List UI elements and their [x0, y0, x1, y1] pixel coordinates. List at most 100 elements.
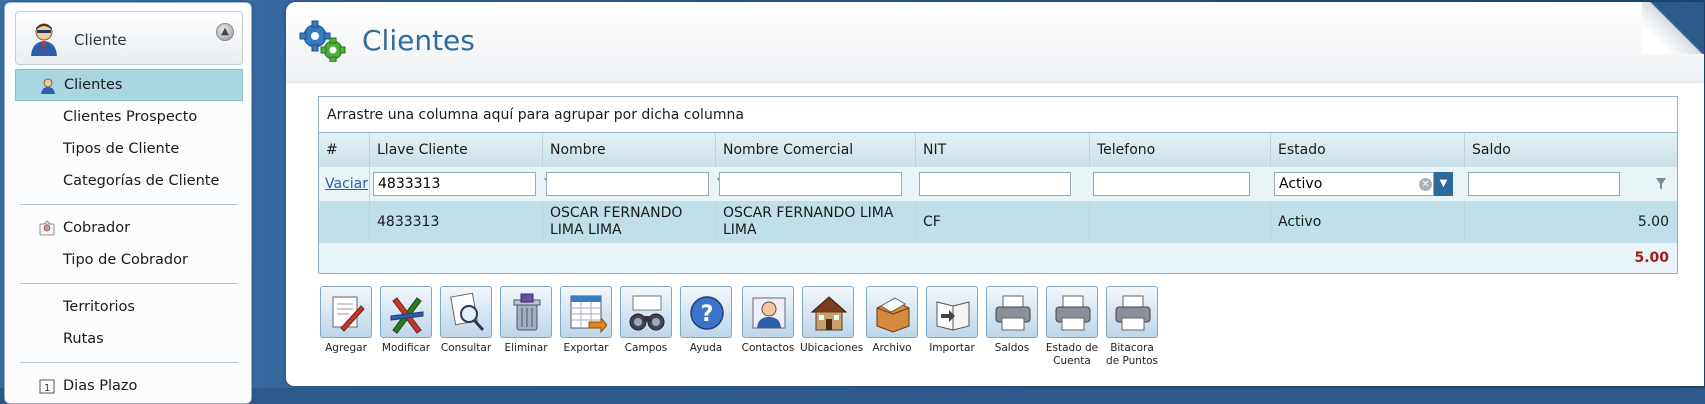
- filter-telefono-input[interactable]: [1093, 172, 1250, 196]
- filter-nombre-input[interactable]: [546, 172, 709, 196]
- toolbar-label: Eliminar: [504, 342, 548, 354]
- collapse-icon[interactable]: ▲: [216, 23, 234, 41]
- cell-nit: CF: [916, 201, 1090, 243]
- cell-estado: Activo: [1271, 201, 1465, 243]
- toolbar-label: Saldos: [994, 342, 1030, 354]
- points-log-button[interactable]: Bitacora de Puntos: [1104, 286, 1160, 368]
- balances-button-face[interactable]: [986, 286, 1038, 338]
- clear-icon[interactable]: ✕: [1419, 178, 1432, 191]
- column-header-nombre[interactable]: Nombre: [543, 133, 716, 167]
- consult-button-face[interactable]: [440, 286, 492, 338]
- filter-estado-select[interactable]: [1274, 172, 1434, 196]
- import-button-face[interactable]: [926, 286, 978, 338]
- toolbar-label: Agregar: [325, 342, 367, 354]
- delete-button-face[interactable]: [500, 286, 552, 338]
- collector-icon: [39, 220, 55, 236]
- balances-button[interactable]: Saldos: [984, 286, 1040, 355]
- toolbar-label: Modificar: [381, 342, 431, 354]
- filter-saldo-input[interactable]: [1468, 172, 1620, 196]
- points-log-button-face[interactable]: [1106, 286, 1158, 338]
- house-icon: [810, 296, 848, 331]
- sidebar-item-territorios[interactable]: Territorios: [15, 291, 243, 323]
- toolbar-label: Importar: [929, 342, 975, 354]
- grid-footer: 5.00: [319, 243, 1677, 273]
- sidebar-item-label: Tipo de Cobrador: [63, 252, 188, 268]
- export-spreadsheet-icon: [570, 295, 607, 334]
- cell-telefono: [1090, 201, 1271, 243]
- client-icon: [41, 78, 55, 94]
- contacts-button[interactable]: Contactos: [740, 286, 796, 355]
- locations-button[interactable]: Ubicaciones: [800, 286, 863, 355]
- contacts-button-face[interactable]: [742, 286, 794, 338]
- consult-button[interactable]: Consultar: [438, 286, 494, 355]
- toolbar-label: Archivo: [872, 342, 912, 354]
- file-button[interactable]: Archivo: [864, 286, 920, 355]
- add-button[interactable]: Agregar: [318, 286, 374, 355]
- sidebar-item-clientes-prospecto[interactable]: Clientes Prospecto: [15, 101, 243, 133]
- file-button-face[interactable]: [866, 286, 918, 338]
- printer-icon: [1055, 295, 1091, 331]
- column-header-llave-cliente[interactable]: Llave Cliente: [370, 133, 543, 167]
- svg-text:?: ?: [701, 302, 714, 327]
- filter-nombre-comercial-input[interactable]: [719, 172, 902, 196]
- toolbar-label: Estado de Cuenta: [1045, 342, 1099, 367]
- page-header: Clientes: [286, 2, 1704, 83]
- cell-num: [319, 201, 370, 243]
- locations-button-face[interactable]: [802, 286, 854, 338]
- sidebar-header-title: Cliente: [74, 31, 127, 49]
- sidebar-item-rutas[interactable]: Rutas: [15, 323, 243, 355]
- toolbar-label: Exportar: [563, 342, 609, 354]
- column-header-nit[interactable]: NIT: [916, 133, 1090, 167]
- sidebar-item-label: Categorías de Cliente: [63, 173, 220, 189]
- toolbar-label: Ayuda: [689, 342, 723, 354]
- sidebar-item-cobrador[interactable]: Cobrador: [15, 212, 243, 244]
- column-header-nombre-comercial[interactable]: Nombre Comercial: [716, 133, 916, 167]
- column-header-num[interactable]: #: [319, 133, 370, 167]
- sidebar-item-label: Cobrador: [63, 220, 131, 236]
- account-statement-button[interactable]: Estado de Cuenta: [1044, 286, 1100, 368]
- divider: [20, 362, 238, 363]
- group-by-bar[interactable]: Arrastre una columna aquí para agrupar p…: [319, 97, 1677, 133]
- sidebar-header[interactable]: Cliente ▲: [15, 11, 243, 65]
- filter-icon[interactable]: [1655, 177, 1667, 191]
- help-button[interactable]: ? Ayuda: [678, 286, 734, 355]
- clear-filters-link[interactable]: Vaciar: [325, 176, 368, 192]
- fields-button[interactable]: Campos: [618, 286, 674, 355]
- table-row[interactable]: 4833313 OSCAR FERNANDO LIMA LIMA OSCAR F…: [319, 201, 1677, 244]
- help-icon: ?: [690, 296, 724, 330]
- add-button-face[interactable]: [320, 286, 372, 338]
- sidebar: Cliente ▲ Clientes Clientes Prospecto Ti…: [4, 2, 252, 404]
- help-button-face[interactable]: ?: [680, 286, 732, 338]
- sidebar-menu: Clientes Clientes Prospecto Tipos de Cli…: [15, 69, 243, 402]
- modify-button[interactable]: Modificar: [378, 286, 434, 355]
- sidebar-item-tipos-de-cliente[interactable]: Tipos de Cliente: [15, 133, 243, 165]
- filter-llave-cliente-input[interactable]: [373, 172, 536, 196]
- sidebar-item-tipo-de-cobrador[interactable]: Tipo de Cobrador: [15, 244, 243, 276]
- sidebar-item-categorias-de-cliente[interactable]: Categorías de Cliente: [15, 165, 243, 197]
- modify-button-face[interactable]: [380, 286, 432, 338]
- column-header-estado[interactable]: Estado: [1271, 133, 1465, 167]
- sidebar-item-dias-plazo[interactable]: 1 Dias Plazo: [15, 370, 243, 402]
- cell-saldo: 5.00: [1637, 213, 1669, 230]
- add-document-icon: [332, 296, 365, 332]
- account-statement-button-face[interactable]: [1046, 286, 1098, 338]
- export-button[interactable]: Exportar: [558, 286, 614, 355]
- calendar-icon: 1: [39, 379, 55, 394]
- cell-nombre: OSCAR FERNANDO LIMA LIMA: [543, 201, 716, 243]
- import-button[interactable]: Importar: [924, 286, 980, 355]
- column-header-saldo[interactable]: Saldo: [1465, 133, 1677, 167]
- export-button-face[interactable]: [560, 286, 612, 338]
- fields-button-face[interactable]: [620, 286, 672, 338]
- column-header-telefono[interactable]: Telefono: [1090, 133, 1271, 167]
- sidebar-item-label: Dias Plazo: [63, 378, 138, 394]
- printer-icon: [995, 295, 1031, 331]
- chevron-down-icon[interactable]: ▼: [1434, 172, 1453, 196]
- filter-nit-input[interactable]: [919, 172, 1071, 196]
- sidebar-item-label: Clientes Prospecto: [63, 109, 198, 125]
- printer-icon: [1115, 295, 1151, 331]
- toolbar-label: Contactos: [741, 342, 795, 354]
- contacts-icon: [752, 297, 786, 329]
- sidebar-item-clientes[interactable]: Clientes: [15, 69, 243, 101]
- delete-button[interactable]: Eliminar: [498, 286, 554, 355]
- sidebar-item-label: Tipos de Cliente: [63, 141, 180, 157]
